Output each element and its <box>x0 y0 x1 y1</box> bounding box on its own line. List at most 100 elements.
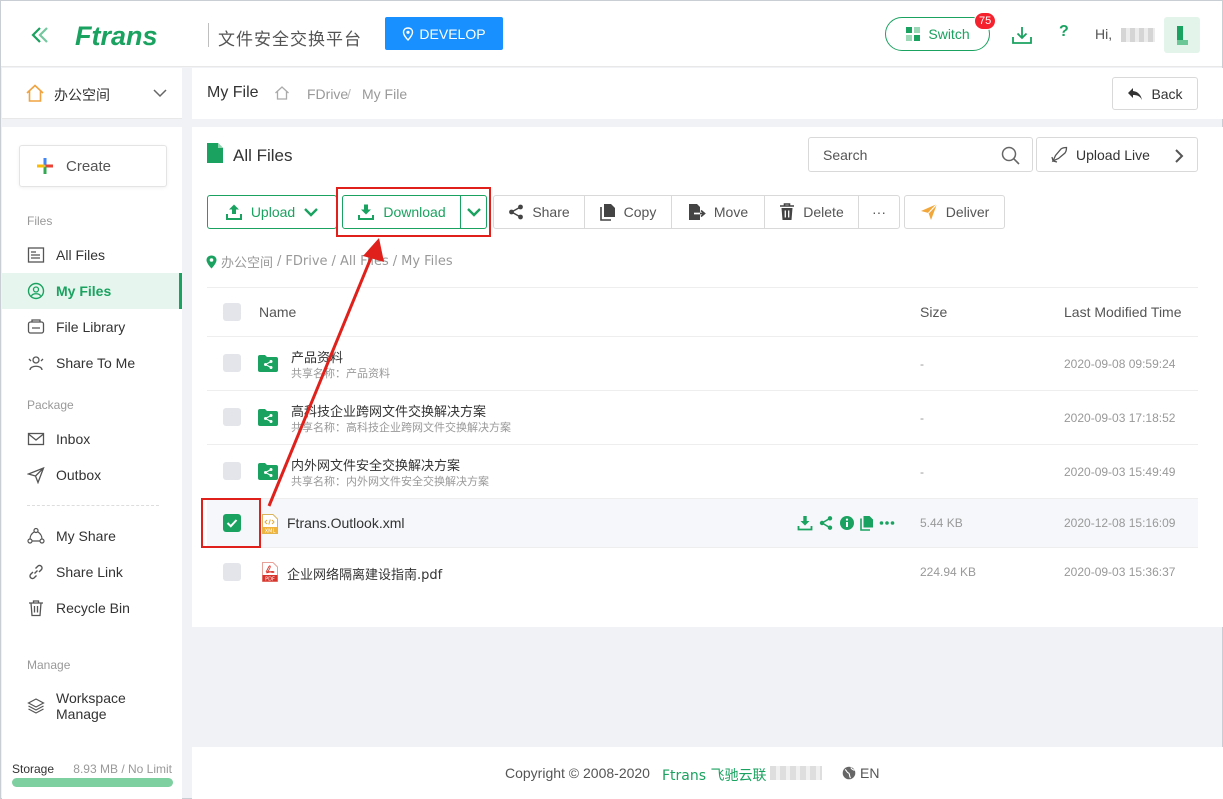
path-segment[interactable]: My Files <box>401 254 453 269</box>
workspace-selector[interactable]: 办公空间 <box>2 68 182 119</box>
sidebar-item-all-files[interactable]: All Files <box>2 237 182 273</box>
logo-divider <box>208 23 209 47</box>
upload-button[interactable]: Upload <box>207 195 337 229</box>
table-row-selected[interactable]: XML Ftrans.Outlook.xml 5.44 KB 2020-12-0… <box>207 499 1198 548</box>
more-actions-button[interactable]: ··· <box>858 195 900 229</box>
copy-icon[interactable] <box>860 515 874 531</box>
more-actions-label: ··· <box>872 204 886 220</box>
copy-button[interactable]: Copy <box>584 195 672 229</box>
storage-label: Storage <box>12 762 55 776</box>
download-icon[interactable] <box>797 515 813 531</box>
sidebar-item-file-library[interactable]: File Library <box>2 309 182 345</box>
search-box[interactable] <box>808 137 1033 172</box>
trash-icon <box>780 203 795 220</box>
path-separator: / <box>277 254 282 269</box>
create-button[interactable]: Create <box>19 145 167 187</box>
table-row[interactable]: 产品资料 共享名称：产品资料 - 2020-09-08 09:59:24 <box>207 337 1198 391</box>
table-row[interactable]: PDF 企业网络隔离建设指南.pdf 224.94 KB 2020-09-03 … <box>207 548 1198 597</box>
file-modified-time: 2020-09-03 15:49:49 <box>1064 465 1176 479</box>
search-input[interactable] <box>809 138 995 171</box>
delete-label: Delete <box>803 204 844 220</box>
sidebar-item-workspace-manage[interactable]: Workspace Manage <box>2 685 182 727</box>
storage-value: 8.93 MB / No Limit <box>73 762 172 776</box>
brand-link[interactable]: Ftrans 飞驰云联 <box>662 765 767 785</box>
sidebar-item-label: My Files <box>56 283 112 299</box>
sidebar-item-outbox[interactable]: Outbox <box>2 457 182 493</box>
row-checkbox[interactable] <box>223 462 241 480</box>
share-to-me-icon <box>26 353 46 373</box>
column-name[interactable]: Name <box>259 304 296 320</box>
chevron-down-icon <box>304 208 319 217</box>
notification-count-badge: 75 <box>974 12 997 30</box>
sidebar-item-label: Recycle Bin <box>56 600 130 616</box>
sidebar-item-share-link[interactable]: Share Link <box>2 554 182 590</box>
file-name[interactable]: 企业网络隔离建设指南.pdf <box>287 564 442 583</box>
deliver-button[interactable]: Deliver <box>904 195 1005 229</box>
more-icon[interactable] <box>879 515 895 531</box>
copy-label: Copy <box>623 204 657 220</box>
move-icon <box>688 204 706 220</box>
back-button[interactable]: Back <box>1112 77 1198 110</box>
sidebar-item-my-share[interactable]: My Share <box>2 518 182 554</box>
upload-icon <box>225 204 242 220</box>
sidebar-item-label: Workspace Manage <box>56 690 126 722</box>
breadcrumb-fdrive[interactable]: FDrive <box>307 86 348 102</box>
environment-badge[interactable]: DEVELOP <box>385 17 503 50</box>
sidebar-item-my-files[interactable]: My Files <box>2 273 182 309</box>
breadcrumb-my-file[interactable]: My File <box>362 86 407 102</box>
column-last-modified[interactable]: Last Modified Time <box>1064 304 1182 320</box>
select-all-checkbox[interactable] <box>223 303 241 321</box>
storage-progress-bar <box>12 778 173 787</box>
move-label: Move <box>713 204 749 220</box>
avatar[interactable] <box>1164 17 1200 53</box>
upload-live-button[interactable]: Upload Live <box>1036 137 1198 172</box>
section-title-manage: Manage <box>27 658 71 672</box>
file-name[interactable]: 内外网文件安全交换解决方案 <box>291 455 460 474</box>
sidebar-item-label: File Library <box>56 319 126 335</box>
path-segment[interactable]: All Files <box>340 254 389 269</box>
annotation-highlight-checkbox <box>201 498 261 548</box>
file-name[interactable]: 高科技企业跨网文件交换解决方案 <box>291 401 486 420</box>
download-tasks-icon[interactable] <box>1011 24 1033 46</box>
plus-icon <box>37 158 53 174</box>
sidebar-item-share-to-me[interactable]: Share To Me <box>2 345 182 381</box>
move-button[interactable]: Move <box>671 195 765 229</box>
search-icon[interactable] <box>1001 146 1020 165</box>
path-segment[interactable]: 办公空间 <box>221 252 273 271</box>
shared-folder-icon <box>258 409 278 426</box>
upload-live-label: Upload Live <box>1076 146 1150 163</box>
help-icon[interactable]: ? <box>1059 23 1069 41</box>
path-segment[interactable]: FDrive <box>285 254 327 269</box>
row-checkbox[interactable] <box>223 354 241 372</box>
sidebar-item-recycle-bin[interactable]: Recycle Bin <box>2 590 182 626</box>
sidebar-item-label: My Share <box>56 528 116 544</box>
row-checkbox[interactable] <box>223 408 241 426</box>
delete-button[interactable]: Delete <box>764 195 859 229</box>
info-icon[interactable] <box>839 515 855 531</box>
file-name[interactable]: Ftrans.Outlook.xml <box>287 515 404 531</box>
share-icon[interactable] <box>818 515 834 531</box>
workspace-manage-icon <box>26 696 46 716</box>
sidebar-item-inbox[interactable]: Inbox <box>2 421 182 457</box>
sidebar-item-label: Share Link <box>56 564 123 580</box>
svg-text:PDF: PDF <box>265 576 275 582</box>
create-label: Create <box>66 157 112 175</box>
table-header: Name Size Last Modified Time <box>207 287 1198 337</box>
globe-icon <box>842 766 856 780</box>
breadcrumb-home-icon[interactable] <box>274 85 290 101</box>
rocket-icon <box>1051 146 1068 163</box>
row-checkbox[interactable] <box>223 563 241 581</box>
top-bar: Ftrans 文件安全交换平台 DEVELOP Switch 75 ? Hi, <box>1 1 1222 67</box>
user-avatar-icon <box>1177 26 1188 45</box>
table-row[interactable]: 内外网文件安全交换解决方案 共享名称：内外网文件安全交换解决方案 - 2020-… <box>207 445 1198 499</box>
all-files-icon <box>26 245 46 265</box>
column-size[interactable]: Size <box>920 304 947 320</box>
footer: Copyright © 2008-2020 Ftrans 飞驰云联 EN <box>192 747 1223 799</box>
share-button[interactable]: Share <box>493 195 585 229</box>
table-row[interactable]: 高科技企业跨网文件交换解决方案 共享名称：高科技企业跨网文件交换解决方案 - 2… <box>207 391 1198 445</box>
file-size: - <box>920 411 924 425</box>
file-name[interactable]: 产品资料 <box>291 347 343 366</box>
language-switch[interactable]: EN <box>842 765 879 781</box>
collapse-sidebar-icon[interactable] <box>29 24 51 46</box>
sidebar-divider <box>27 505 159 506</box>
